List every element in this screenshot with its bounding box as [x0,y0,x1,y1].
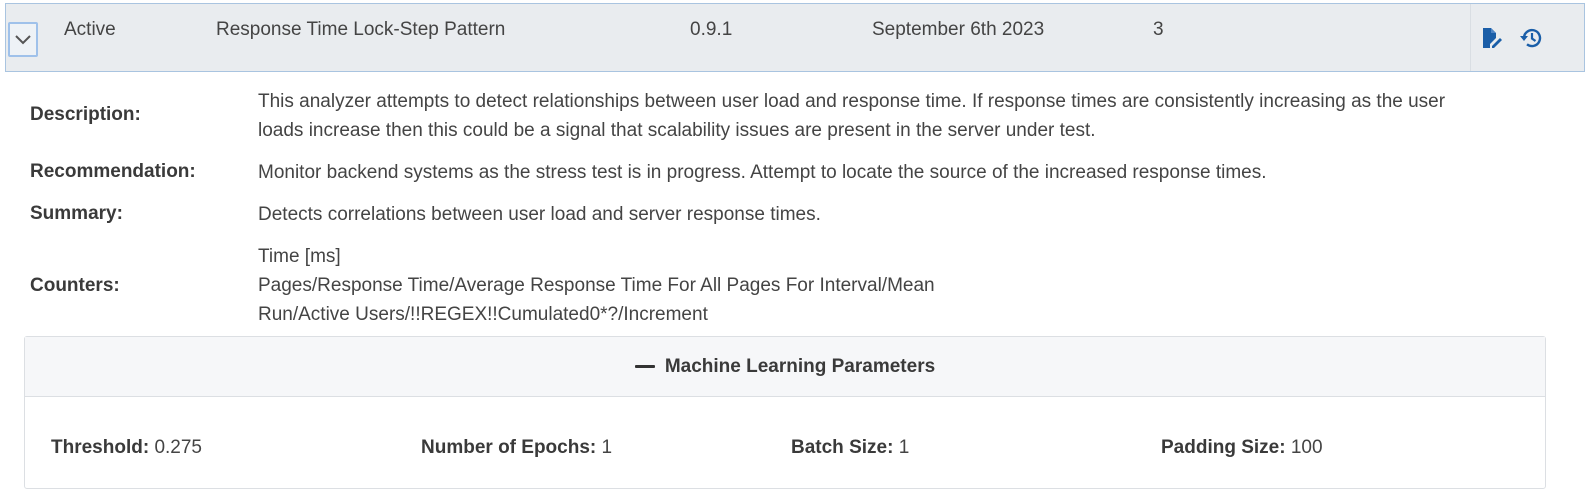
edit-button[interactable] [1479,26,1503,50]
analyzer-row[interactable]: Active Response Time Lock-Step Pattern 0… [5,3,1585,72]
ml-parameters-title: Machine Learning Parameters [664,355,936,377]
row-actions [1470,4,1585,71]
batch-size-param: Batch Size: 1 [791,437,909,459]
date-cell: September 6th 2023 [872,19,1045,40]
counter-item: Run/Active Users/!!REGEX!!Cumulated0*?/I… [258,304,708,325]
batch-size-label: Batch Size: [791,437,894,458]
description-text: This analyzer attempts to detect relatio… [258,87,1548,145]
description-label: Description: [30,104,141,125]
threshold-value: 0.275 [154,437,202,458]
status-cell: Active [64,19,116,40]
counters-label: Counters: [30,275,120,296]
epochs-label: Number of Epochs: [421,437,597,458]
description-line-1: This analyzer attempts to detect relatio… [258,91,1446,112]
epochs-value: 1 [601,437,613,458]
summary-text: Detects correlations between user load a… [258,204,821,225]
recommendation-label: Recommendation: [30,161,196,182]
batch-size-value: 1 [898,437,910,458]
analyzer-name-cell: Response Time Lock-Step Pattern [216,19,506,40]
analyzer-detail-page: Active Response Time Lock-Step Pattern 0… [0,0,1590,502]
history-button[interactable] [1519,26,1543,50]
ml-parameters-panel: Machine Learning Parameters Threshold: 0… [24,336,1546,489]
collapse-icon [634,365,655,368]
recommendation-text: Monitor backend systems as the stress te… [258,162,1267,183]
ml-parameters-header[interactable]: Machine Learning Parameters [25,337,1545,397]
description-line-2: loads increase then this could be a sign… [258,120,1096,141]
padding-size-value: 100 [1290,437,1323,458]
padding-size-param: Padding Size: 100 [1161,437,1323,459]
edit-document-icon [1483,28,1502,48]
summary-label: Summary: [30,203,123,224]
chevron-down-icon [15,34,31,44]
threshold-label: Threshold: [51,437,150,458]
padding-size-label: Padding Size: [1161,437,1286,458]
counters-list: Time [ms] Pages/Response Time/Average Re… [258,242,1548,329]
expand-toggle-button[interactable] [8,22,38,57]
counter-item: Time [ms] [258,246,341,267]
count-cell: 3 [1153,19,1164,40]
epochs-param: Number of Epochs: 1 [421,437,612,459]
version-cell: 0.9.1 [690,19,733,40]
history-icon [1520,28,1542,48]
counter-item: Pages/Response Time/Average Response Tim… [258,275,935,296]
threshold-param: Threshold: 0.275 [51,437,202,459]
